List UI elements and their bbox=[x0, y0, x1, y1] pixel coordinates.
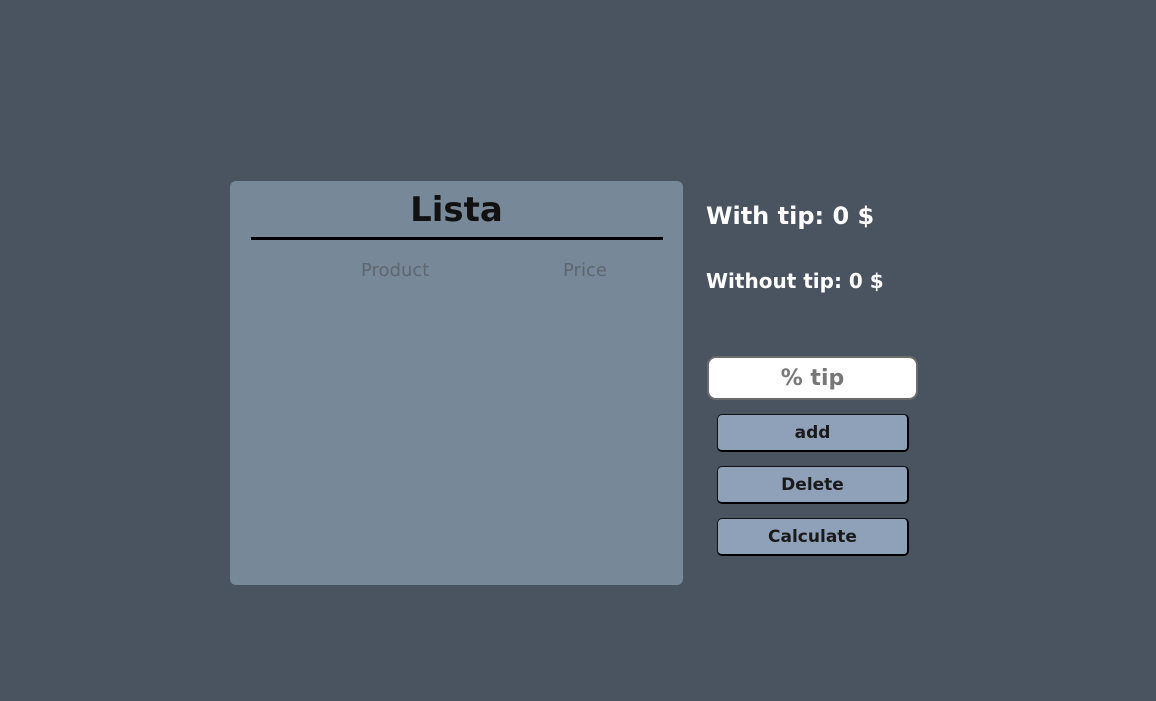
total-with-tip: With tip: 0 $ bbox=[706, 202, 875, 230]
delete-button[interactable]: Delete bbox=[717, 466, 909, 504]
total-without-tip: Without tip: 0 $ bbox=[706, 269, 884, 293]
tip-percent-input[interactable] bbox=[707, 356, 918, 400]
add-button[interactable]: add bbox=[717, 414, 909, 452]
title-divider bbox=[251, 237, 663, 240]
list-title: Lista bbox=[410, 190, 503, 230]
column-header-product: Product bbox=[361, 260, 430, 281]
list-panel: Lista Product Price bbox=[230, 181, 683, 585]
column-header-price: Price bbox=[563, 260, 607, 281]
calculate-button[interactable]: Calculate bbox=[717, 518, 909, 556]
